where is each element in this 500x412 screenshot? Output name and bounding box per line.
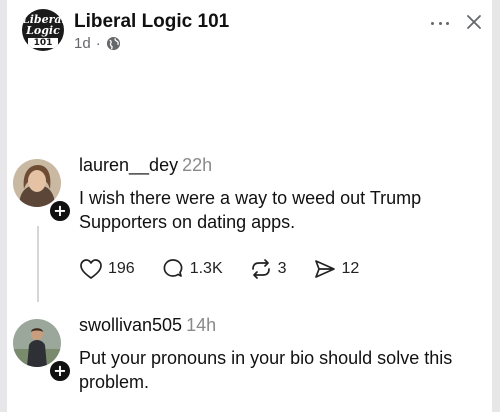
comment-button[interactable]: 1.3K [161,258,223,280]
post-text: Put your pronouns in your bio should sol… [79,348,453,392]
post-time: 14h [186,315,217,335]
post-author[interactable]: swollivan505 14h [79,315,216,336]
heart-icon [80,259,102,279]
close-icon[interactable] [462,10,486,34]
globe-icon[interactable] [106,36,121,51]
username[interactable]: lauren__dey [79,155,178,175]
thread-post-2: + swollivan505 14h Put your pronouns in y… [7,310,492,412]
logo-text-line-3: 101 [28,38,58,48]
plus-icon[interactable]: + [48,199,72,223]
repost-icon [251,259,270,279]
post-timestamp[interactable]: 1d [74,35,91,52]
thread-connector [37,226,39,302]
logo-text-line-2: Logic [26,24,60,37]
like-button[interactable]: 196 [79,258,135,280]
share-button[interactable]: 12 [313,258,360,280]
meta-separator: · [95,35,101,52]
more-options-icon[interactable] [427,12,453,34]
repost-count: 3 [277,260,287,277]
comment-count: 1.3K [189,260,223,277]
left-frame-edge [0,0,7,412]
plus-icon[interactable]: + [48,359,72,383]
facebook-post-header: Liberal Logic 101 Liberal Logic 101 1d · [16,6,486,56]
thread-post-1: + lauren__dey 22h I wish there were a way… [7,150,492,310]
share-count: 12 [341,260,360,277]
post-author[interactable]: lauren__dey 22h [79,155,212,176]
action-bar: 196 1.3K 3 12 [79,258,385,280]
page-avatar[interactable]: Liberal Logic 101 [22,9,64,51]
repost-button[interactable]: 3 [249,258,287,280]
post-meta: 1d · [74,35,121,52]
post-time: 22h [182,155,213,175]
comment-icon [163,259,183,277]
like-count: 196 [108,260,135,277]
share-icon [314,260,335,278]
page-name-link[interactable]: Liberal Logic 101 [74,11,229,33]
username[interactable]: swollivan505 [79,315,182,335]
post-text: I wish there were a way to weed out Trum… [79,188,422,232]
